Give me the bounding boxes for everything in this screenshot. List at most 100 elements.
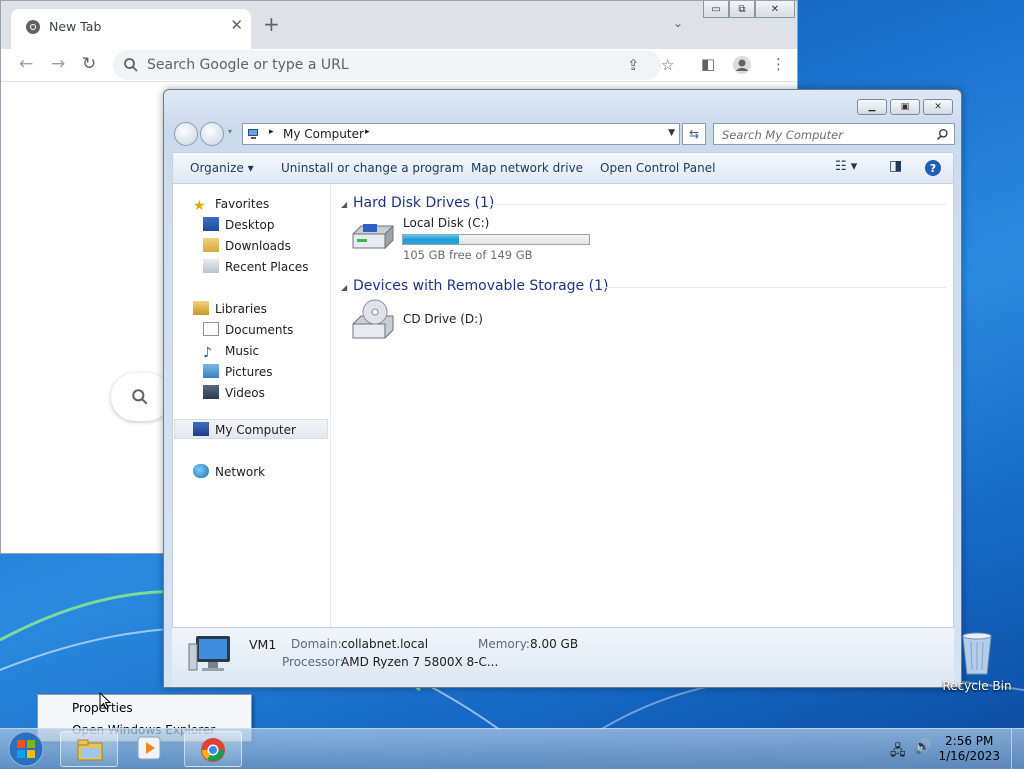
- chrome-menu-icon[interactable]: ⋮: [771, 55, 786, 73]
- nav-label-recent: Recent Places: [225, 260, 309, 274]
- removable-storage-heading[interactable]: Devices with Removable Storage (1): [353, 278, 608, 294]
- hard-drive-icon: [352, 224, 394, 250]
- ntp-search-box[interactable]: [111, 373, 171, 421]
- my-computer-icon: [193, 422, 209, 436]
- nav-label-network: Network: [215, 465, 266, 479]
- share-icon[interactable]: ⇪: [627, 56, 640, 74]
- nav-label-documents: Documents: [225, 323, 294, 337]
- taskbar: 🖧 🔊 2:56 PM 1/16/2023: [0, 728, 1024, 769]
- profile-avatar-icon[interactable]: [732, 55, 752, 75]
- refresh-icon[interactable]: ⇆: [682, 123, 706, 145]
- nav-item-favorites[interactable]: ★ Favorites: [193, 194, 269, 214]
- breadcrumb-separator-icon[interactable]: ▸: [269, 127, 274, 137]
- chrome-new-tab-button[interactable]: +: [263, 13, 280, 35]
- recycle-bin-shortcut[interactable]: Recycle Bin: [942, 630, 1012, 693]
- map-network-drive-button[interactable]: Map network drive: [471, 161, 583, 175]
- change-view-icon[interactable]: ☷ ▾: [835, 159, 857, 174]
- taskbar-explorer-button[interactable]: [60, 731, 118, 767]
- explorer-minimize-button[interactable]: ▁: [857, 99, 887, 115]
- volume-tray-icon[interactable]: 🔊: [914, 739, 931, 755]
- nav-item-videos[interactable]: Videos: [203, 383, 265, 403]
- chrome-maximize-button[interactable]: ⧉: [729, 1, 755, 18]
- show-desktop-button[interactable]: [1011, 729, 1024, 769]
- taskbar-chrome-button[interactable]: [184, 731, 242, 767]
- start-orb-icon[interactable]: [6, 730, 46, 768]
- breadcrumb-my-computer[interactable]: My Computer: [283, 127, 364, 141]
- explorer-search-icon: [937, 128, 948, 140]
- help-icon[interactable]: ?: [924, 159, 942, 177]
- computer-name: VM1: [249, 637, 277, 652]
- network-tray-icon[interactable]: 🖧: [890, 740, 906, 764]
- nav-label-libraries: Libraries: [215, 302, 267, 316]
- bookmark-star-icon[interactable]: ☆: [661, 56, 674, 74]
- explorer-maximize-button[interactable]: ▣: [890, 99, 920, 115]
- taskbar-clock[interactable]: 2:56 PM 1/16/2023: [938, 734, 1000, 764]
- chrome-taskbar-icon: [201, 738, 225, 762]
- nav-item-desktop[interactable]: Desktop: [203, 215, 275, 235]
- explorer-address-bar[interactable]: ▸ My Computer ▸ ▼: [242, 123, 680, 145]
- mouse-cursor-icon: [99, 692, 111, 710]
- nav-label-music: Music: [225, 344, 260, 358]
- nav-item-recent-places[interactable]: Recent Places: [203, 257, 308, 277]
- explorer-address-row: ▾ ▸ My Computer ▸ ▼ ⇆ Search My Computer: [172, 122, 955, 146]
- clock-date: 1/16/2023: [938, 749, 1000, 763]
- hard-disk-drives-heading[interactable]: Hard Disk Drives (1): [353, 195, 494, 211]
- nav-label-downloads: Downloads: [225, 239, 291, 253]
- back-arrow-icon[interactable]: ←: [19, 54, 33, 74]
- clock-time: 2:56 PM: [945, 734, 994, 748]
- local-disk-c-usage-fill: [403, 235, 459, 244]
- computer-details-icon: [188, 636, 230, 671]
- chrome-tab-close-button[interactable]: ✕: [230, 17, 243, 33]
- chrome-logo-icon: [26, 20, 40, 34]
- chrome-minimize-button[interactable]: ▭: [703, 1, 729, 18]
- nav-item-documents[interactable]: Documents: [203, 320, 293, 340]
- processor-value: AMD Ryzen 7 5800X 8-C...: [341, 655, 499, 669]
- forward-arrow-icon[interactable]: →: [51, 54, 65, 74]
- breadcrumb-next-chevron-icon[interactable]: ▸: [365, 127, 370, 137]
- nav-label-videos: Videos: [225, 386, 265, 400]
- nav-item-pictures[interactable]: Pictures: [203, 362, 273, 382]
- computer-icon: [248, 129, 258, 139]
- chrome-tab-search-button[interactable]: ⌄: [673, 16, 683, 30]
- explorer-search-placeholder: Search My Computer: [722, 128, 843, 142]
- chrome-tab-new-tab[interactable]: New Tab ✕: [11, 9, 251, 49]
- nav-label-favorites: Favorites: [215, 197, 270, 211]
- nav-item-my-computer[interactable]: My Computer: [193, 420, 296, 440]
- explorer-command-bar: Organize ▾ Uninstall or change a program…: [172, 152, 954, 184]
- collapse-hdd-group-icon[interactable]: ◢: [341, 200, 347, 209]
- address-history-dropdown-icon[interactable]: ▼: [668, 128, 675, 138]
- explorer-forward-button[interactable]: [200, 122, 224, 146]
- open-control-panel-button[interactable]: Open Control Panel: [600, 161, 715, 175]
- organize-button[interactable]: Organize ▾: [190, 161, 254, 175]
- removable-group-divider: [601, 287, 946, 288]
- nav-item-network[interactable]: Network: [193, 462, 265, 482]
- side-panel-icon[interactable]: ◧: [701, 55, 715, 73]
- collapse-removable-group-icon[interactable]: ◢: [341, 283, 347, 292]
- explorer-content-pane: ◢ Hard Disk Drives (1) Local Disk (C:) 1…: [331, 184, 953, 627]
- cd-drive-d-item[interactable]: CD Drive (D:): [345, 298, 545, 344]
- nav-item-libraries[interactable]: Libraries: [193, 299, 267, 319]
- recent-pages-chevron-icon[interactable]: ▾: [228, 127, 232, 136]
- explorer-search-box[interactable]: Search My Computer: [713, 123, 955, 145]
- chrome-omnibox[interactable]: Search Google or type a URL ⇪ ☆: [113, 50, 674, 80]
- documents-icon: [203, 322, 219, 336]
- nav-label-pictures: Pictures: [225, 365, 273, 379]
- recycle-bin-label: Recycle Bin: [942, 679, 1012, 693]
- nav-item-music[interactable]: ♪ Music: [203, 341, 259, 361]
- reload-icon[interactable]: ↻: [82, 54, 96, 74]
- explorer-folder-icon: [77, 739, 103, 761]
- explorer-close-button[interactable]: ✕: [923, 99, 953, 115]
- taskbar-media-player-button[interactable]: [136, 733, 164, 765]
- nav-item-downloads[interactable]: Downloads: [203, 236, 291, 256]
- recycle-bin-icon: [962, 632, 992, 675]
- memory-label: Memory:: [478, 637, 530, 651]
- chrome-tab-strip: New Tab ✕ + ⌄ ▭ ⧉ ✕: [1, 1, 797, 49]
- libraries-icon: [193, 301, 209, 315]
- cd-drive-d-name: CD Drive (D:): [403, 312, 483, 326]
- explorer-details-pane: VM1 Domain: collabnet.local Memory: 8.00…: [172, 628, 954, 687]
- uninstall-program-button[interactable]: Uninstall or change a program: [281, 161, 464, 175]
- chrome-close-button[interactable]: ✕: [755, 1, 795, 18]
- explorer-back-button[interactable]: [174, 122, 198, 146]
- preview-pane-icon[interactable]: ◨: [889, 158, 902, 174]
- local-disk-c-item[interactable]: Local Disk (C:) 105 GB free of 149 GB: [345, 214, 605, 262]
